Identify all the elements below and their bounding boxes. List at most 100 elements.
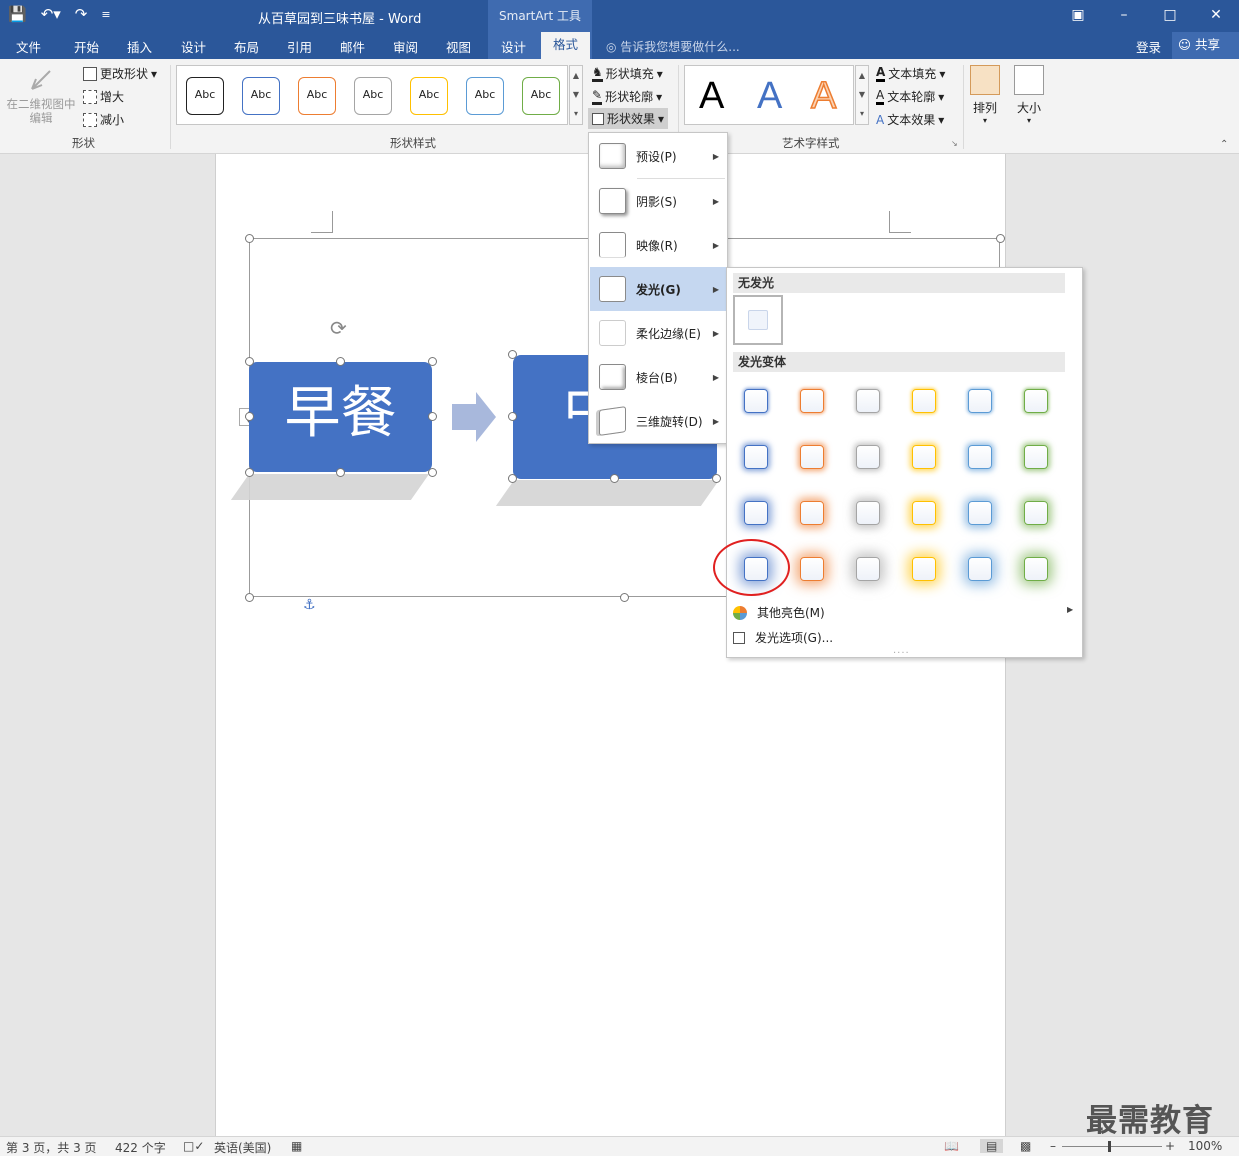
maximize-icon[interactable]: □ — [1147, 0, 1193, 32]
larger-button[interactable]: 增大 — [83, 88, 124, 105]
glow-options[interactable]: 发光选项(G)... — [733, 629, 833, 646]
scroll-up-icon[interactable]: ▲ — [570, 66, 582, 85]
shape-fill-button[interactable]: ♞ 形状填充 ▾ — [592, 65, 663, 82]
gallery-more-icon[interactable]: ▾ — [570, 104, 582, 123]
glow-variation-2-5[interactable] — [968, 445, 992, 469]
proofing-icon[interactable]: □✓ — [183, 1139, 204, 1153]
zoom-slider-thumb[interactable] — [1108, 1141, 1111, 1152]
glow-variation-1-3[interactable] — [856, 389, 880, 413]
login-link[interactable]: 登录 — [1136, 37, 1161, 56]
text-outline-button[interactable]: A 文本轮廓 ▾ — [876, 88, 944, 105]
smartart-shape-1[interactable]: 早餐 — [249, 362, 432, 472]
shape-handle[interactable] — [508, 474, 517, 483]
tab-review[interactable]: 审阅 — [393, 37, 418, 56]
macro-icon[interactable]: ▦ — [291, 1139, 302, 1153]
glow-variation-4-3[interactable] — [856, 557, 880, 581]
language[interactable]: 英语(美国) — [214, 1139, 271, 1156]
tab-insert[interactable]: 插入 — [127, 37, 152, 56]
resize-grip[interactable]: .... — [893, 645, 910, 656]
glow-variation-1-1[interactable] — [744, 389, 768, 413]
shape-effects-button[interactable]: 形状效果 ▾ — [588, 108, 669, 129]
tab-home[interactable]: 开始 — [74, 37, 99, 56]
shape-handle[interactable] — [245, 468, 254, 477]
menu-item-soft-edges[interactable]: 柔化边缘(E) ▶ — [590, 311, 727, 355]
glow-variation-3-4[interactable] — [912, 501, 936, 525]
resize-handle[interactable] — [245, 593, 254, 602]
undo-icon[interactable]: ↶▾ — [41, 5, 61, 23]
shape-handle[interactable] — [336, 468, 345, 477]
glow-variation-2-3[interactable] — [856, 445, 880, 469]
resize-handle[interactable] — [245, 234, 254, 243]
redo-icon[interactable]: ↷ — [75, 5, 88, 23]
shape-handle[interactable] — [508, 412, 517, 421]
text-effects-button[interactable]: A 文本效果 ▾ — [876, 111, 944, 128]
scroll-up-icon[interactable]: ▲ — [856, 66, 868, 85]
tab-design[interactable]: 设计 — [181, 37, 206, 56]
ribbon-display-icon[interactable]: ▣ — [1055, 0, 1101, 32]
shape-handle[interactable] — [610, 474, 619, 483]
scroll-down-icon[interactable]: ▼ — [570, 85, 582, 104]
change-shape-button[interactable]: 更改形状 ▾ — [83, 65, 157, 82]
zoom-level[interactable]: 100% — [1188, 1139, 1222, 1153]
resize-handle[interactable] — [620, 593, 629, 602]
close-icon[interactable]: ✕ — [1193, 0, 1239, 32]
shape-handle[interactable] — [712, 474, 721, 483]
tab-layout[interactable]: 布局 — [234, 37, 259, 56]
glow-variation-3-5[interactable] — [968, 501, 992, 525]
arrange-button[interactable]: 排列 ▾ — [968, 65, 1002, 125]
more-glow-colors[interactable]: 其他亮色(M) — [733, 604, 825, 621]
menu-item-glow[interactable]: 发光(G) ▶ — [590, 267, 727, 311]
smaller-button[interactable]: 减小 — [83, 111, 124, 128]
menu-item-shadow[interactable]: 阴影(S) ▶ — [590, 179, 727, 223]
glow-variation-3-3[interactable] — [856, 501, 880, 525]
zoom-slider[interactable] — [1062, 1146, 1162, 1147]
glow-variation-1-5[interactable] — [968, 389, 992, 413]
menu-item-preset[interactable]: 预设(P) ▶ — [590, 134, 727, 178]
glow-variation-2-1[interactable] — [744, 445, 768, 469]
shape-style-6[interactable]: Abc — [466, 77, 504, 115]
shape-style-2[interactable]: Abc — [242, 77, 280, 115]
glow-variation-2-6[interactable] — [1024, 445, 1048, 469]
glow-variation-1-4[interactable] — [912, 389, 936, 413]
shape-style-3[interactable]: Abc — [298, 77, 336, 115]
shape-handle[interactable] — [336, 357, 345, 366]
zoom-in-icon[interactable]: + — [1165, 1139, 1175, 1153]
menu-item-3d-rotation[interactable]: 三维旋转(D) ▶ — [590, 399, 727, 443]
customize-qat-icon[interactable]: ≡ — [101, 8, 110, 21]
collapse-ribbon-icon[interactable]: ⌃ — [1220, 139, 1228, 150]
gallery-more-icon[interactable]: ▾ — [856, 104, 868, 123]
glow-variation-2-4[interactable] — [912, 445, 936, 469]
edit-in-2d-button[interactable]: 在二维视图中编辑 — [4, 65, 78, 125]
tab-smartart-design[interactable]: 设计 — [501, 37, 526, 56]
glow-variation-4-6[interactable] — [1024, 557, 1048, 581]
print-layout-icon[interactable]: ▤ — [980, 1139, 1004, 1153]
shape-handle[interactable] — [245, 412, 254, 421]
word-count[interactable]: 422 个字 — [115, 1139, 166, 1156]
scroll-down-icon[interactable]: ▼ — [856, 85, 868, 104]
tell-me-box[interactable]: ◎ 告诉我您想要做什么... — [606, 38, 740, 55]
no-glow-option[interactable] — [733, 295, 783, 345]
tab-mailings[interactable]: 邮件 — [340, 37, 365, 56]
tab-format[interactable]: 格式 — [541, 32, 591, 59]
shape-style-5[interactable]: Abc — [410, 77, 448, 115]
wordart-style-orange[interactable]: A — [810, 75, 837, 117]
glow-variation-2-2[interactable] — [800, 445, 824, 469]
glow-variation-3-2[interactable] — [800, 501, 824, 525]
minimize-icon[interactable]: – — [1101, 0, 1147, 32]
wordart-style-black[interactable]: A — [699, 76, 724, 116]
glow-variation-1-2[interactable] — [800, 389, 824, 413]
shape-handle[interactable] — [428, 357, 437, 366]
text-fill-button[interactable]: A 文本填充 ▾ — [876, 65, 945, 82]
tab-file[interactable]: 文件 — [16, 37, 41, 56]
shape-outline-button[interactable]: ✎ 形状轮廓 ▾ — [592, 88, 662, 105]
read-mode-icon[interactable]: 📖 — [944, 1139, 959, 1153]
glow-variation-1-6[interactable] — [1024, 389, 1048, 413]
tab-view[interactable]: 视图 — [446, 37, 471, 56]
shape-styles-scroll[interactable]: ▲ ▼ ▾ — [569, 65, 583, 125]
shape-style-4[interactable]: Abc — [354, 77, 392, 115]
web-layout-icon[interactable]: ▩ — [1020, 1139, 1031, 1153]
shape-handle[interactable] — [428, 468, 437, 477]
size-button[interactable]: 大小 ▾ — [1012, 65, 1046, 125]
menu-item-reflection[interactable]: 映像(R) ▶ — [590, 223, 727, 267]
menu-item-bevel[interactable]: 棱台(B) ▶ — [590, 355, 727, 399]
